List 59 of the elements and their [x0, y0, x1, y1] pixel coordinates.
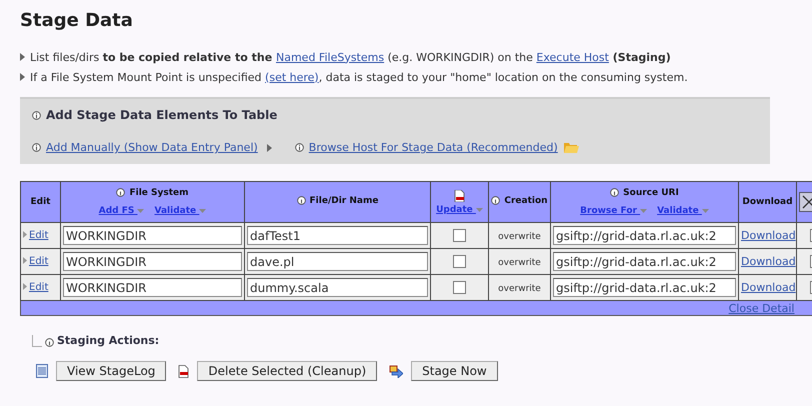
folder-icon: [562, 141, 579, 154]
creation-mode: overwrite: [498, 284, 541, 294]
file-system-field[interactable]: WORKINGDIR: [63, 252, 242, 271]
info-icon: [491, 196, 500, 206]
column-header: Edit: [30, 197, 50, 207]
creation-mode: overwrite: [498, 258, 541, 268]
source-uri-field[interactable]: gsiftp://grid-data.rl.ac.uk:2: [553, 278, 736, 297]
expand-arrow-icon: [23, 257, 27, 264]
column-header: File/Dir Name: [310, 196, 378, 206]
page-title: Stage Data: [20, 10, 134, 31]
info-icon: [296, 196, 306, 206]
info-icon: [610, 188, 620, 198]
text-link[interactable]: Named FileSystems: [276, 50, 384, 64]
info-icon: [294, 143, 304, 152]
expand-arrow-icon: [23, 283, 27, 290]
note-text: List files/dirs to be copied relative to the Named FileSystems (e.g. WORKINGDIR) on the Execute Host (Staging): [30, 50, 671, 64]
transfer-arrow-icon: [389, 364, 404, 378]
file-system-field[interactable]: WORKINGDIR: [63, 278, 242, 297]
browse-host-link[interactable]: Browse Host For Stage Data (Recommended): [308, 141, 558, 154]
note-text: If a File System Mount Point is unspecified (set here), data is staged to your "home" location on the consuming system.: [30, 70, 688, 84]
caret-icon: [199, 209, 206, 214]
expand-arrow-icon: [266, 144, 272, 152]
document-remove-icon: [454, 190, 465, 202]
document-remove-icon: [178, 364, 190, 378]
creation-mode: overwrite: [498, 232, 541, 242]
source-uri-field[interactable]: gsiftp://grid-data.rl.ac.uk:2: [553, 226, 736, 245]
tree-connector-icon: [32, 335, 42, 347]
info-icon: [32, 143, 41, 152]
column-header: Source URI: [623, 188, 679, 198]
text-link[interactable]: Execute Host: [536, 50, 609, 64]
caret-icon: [640, 209, 648, 214]
info-icon: [116, 188, 126, 198]
action-button[interactable]: View StageLog: [56, 361, 166, 381]
expand-arrow-icon: [23, 231, 27, 238]
update-checkbox[interactable]: [453, 281, 466, 294]
caret-icon: [137, 209, 144, 214]
document-icon: [36, 364, 48, 378]
column-header: Download: [742, 197, 793, 207]
file-name-field[interactable]: dafTest1: [247, 226, 428, 245]
update-checkbox[interactable]: [453, 255, 466, 268]
caret-icon: [476, 208, 483, 212]
file-system-field[interactable]: WORKINGDIR: [63, 226, 242, 245]
file-name-field[interactable]: dummy.scala: [247, 278, 428, 297]
text-link[interactable]: (set here): [265, 70, 319, 84]
info-icon: [32, 110, 41, 120]
column-header: File System: [129, 188, 189, 198]
bullet-arrow-icon: [20, 53, 25, 61]
update-checkbox[interactable]: [453, 229, 466, 242]
column-header: Creation: [504, 196, 548, 206]
info-icon: [45, 338, 54, 347]
source-uri-field[interactable]: gsiftp://grid-data.rl.ac.uk:2: [553, 252, 736, 271]
action-button[interactable]: Delete Selected (Cleanup): [197, 361, 378, 381]
panel-heading: Add Stage Data Elements To Table: [46, 108, 278, 122]
bullet-arrow-icon: [20, 73, 25, 81]
section-heading: Staging Actions:: [57, 334, 160, 347]
action-button[interactable]: Stage Now: [411, 361, 498, 381]
caret-icon: [702, 209, 709, 214]
add-manually-link[interactable]: Add Manually (Show Data Entry Panel): [46, 141, 258, 154]
file-name-field[interactable]: dave.pl: [247, 252, 428, 271]
